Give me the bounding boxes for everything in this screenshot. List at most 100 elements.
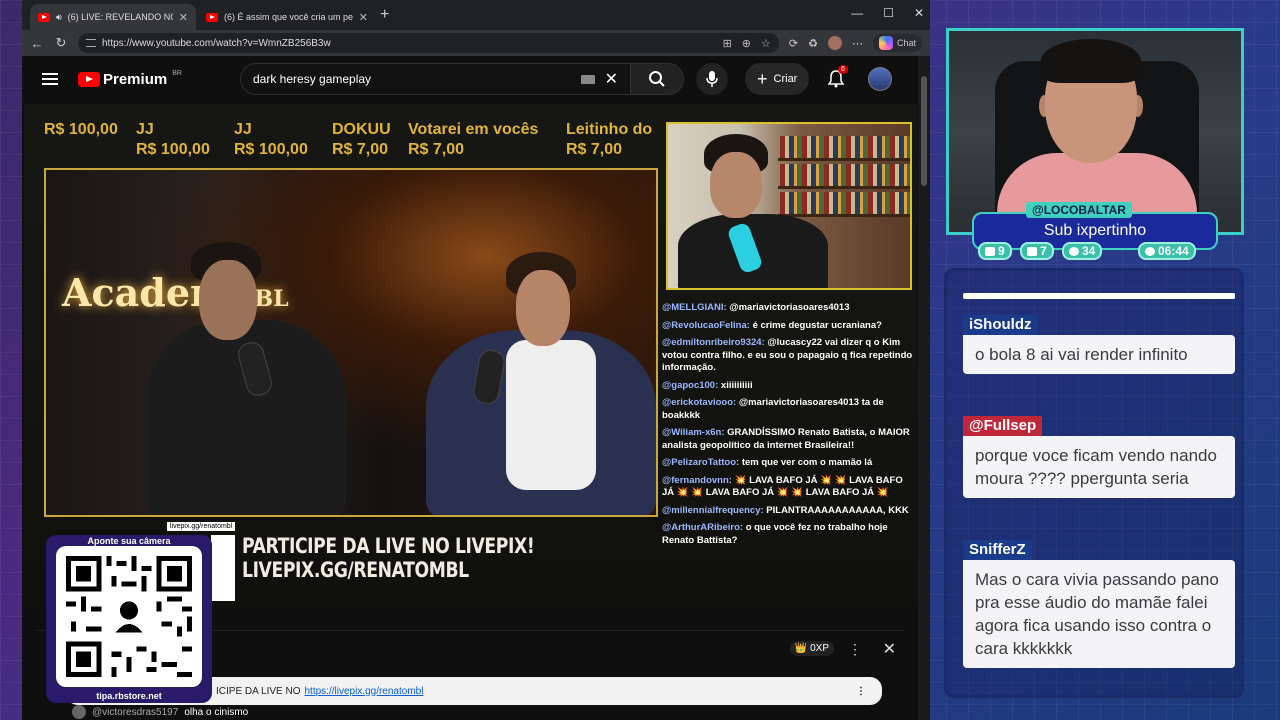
overlay-chat-message: @ArthurARibeiro: o que você fez no traba… bbox=[662, 522, 888, 546]
search-icon bbox=[649, 71, 665, 87]
qr-code-icon bbox=[56, 546, 202, 687]
apps-icon[interactable]: ⊞ bbox=[723, 37, 732, 50]
sub-alert-text: Sub ixpertinho bbox=[1043, 222, 1147, 239]
search-bar: dark heresy gameplay ✕ bbox=[240, 63, 728, 95]
stat-time: 06:44 bbox=[1138, 242, 1196, 260]
tab-live[interactable]: 🔊︎ (6) LIVE: REVELANDO NOVOS ✕ bbox=[30, 4, 196, 30]
overlay-chat-message: @fernandovnn: 💥 LAVA BAFO JÁ 💥 💥 LAVA BA… bbox=[662, 474, 903, 499]
clear-search-icon[interactable]: ✕ bbox=[605, 69, 618, 89]
overlay-chat-message: @Wiliam-x6n: GRANDÍSSIMO Renato Batista,… bbox=[662, 427, 910, 451]
streamer-handle: @LOCOBALTAR bbox=[1026, 202, 1132, 218]
search-value: dark heresy gameplay bbox=[253, 72, 372, 86]
account-avatar[interactable] bbox=[868, 67, 892, 91]
xp-badge[interactable]: 👑 0XP bbox=[789, 641, 834, 656]
small-qr-code bbox=[211, 535, 235, 601]
stream-chat-overlay: @MELLGIANI: @mariavictoriasoares4013 @Re… bbox=[662, 302, 917, 592]
close-tab-icon[interactable]: ✕ bbox=[179, 11, 188, 24]
back-icon[interactable]: ← bbox=[30, 36, 44, 51]
minimize-icon[interactable]: — bbox=[851, 6, 863, 20]
overlay-chat-message: @MELLGIANI: @mariavictoriasoares4013 bbox=[662, 302, 850, 313]
scrollbar-thumb[interactable] bbox=[921, 76, 927, 186]
tab-strip: 🔊︎ (6) LIVE: REVELANDO NOVOS ✕ (6) É ass… bbox=[22, 0, 930, 30]
favorite-icon[interactable]: ☆ bbox=[761, 37, 771, 50]
tab-title: (6) É assim que você cria um perfil bbox=[224, 12, 353, 22]
toolbar-right: ⟳ ♻ ⋯ Chat bbox=[789, 34, 922, 52]
pinned-more-icon[interactable]: ⋮ bbox=[856, 686, 866, 697]
pinned-link[interactable]: https://livepix.gg/renatombl bbox=[304, 686, 423, 697]
stat-viewers: 34 bbox=[1062, 242, 1103, 260]
url-field[interactable]: https://www.youtube.com/watch?v=WmnZB256… bbox=[78, 33, 779, 53]
stat-youtube: 7 bbox=[1020, 242, 1054, 260]
youtube-premium-logo[interactable]: Premium BR bbox=[78, 70, 182, 88]
youtube-favicon-icon bbox=[38, 12, 50, 22]
pinned-text: ICIPE DA LIVE NO bbox=[216, 685, 301, 697]
donation-item: JJ R$ 100,00 bbox=[136, 121, 210, 158]
new-tab-button[interactable]: + bbox=[380, 6, 389, 24]
livepix-banner: PARTICIPE DA LIVE NO LIVEPIX! LIVEPIX.GG… bbox=[242, 534, 598, 582]
chat-username: iShouldz bbox=[963, 315, 1038, 335]
tab-title: (6) LIVE: REVELANDO NOVOS bbox=[67, 12, 173, 22]
chat-panel-divider bbox=[963, 293, 1235, 299]
donation-item: JJ R$ 100,00 bbox=[234, 121, 308, 158]
chat-message: @victoresdras5197 olha o cinismo bbox=[72, 705, 248, 719]
microphone-icon bbox=[706, 71, 718, 87]
donation-item: Leitinho do R$ 7,00 bbox=[566, 121, 653, 158]
chat-text: olha o cinismo bbox=[184, 706, 249, 718]
overlay-chat-message: @RevolucaoFelina: é crime degustar ucran… bbox=[662, 319, 882, 331]
overlay-chat-message: @PelizaroTattoo: tem que ver com o mamão… bbox=[662, 457, 873, 468]
zoom-icon[interactable]: ⊕ bbox=[742, 37, 751, 50]
chat-message: SnifferZ Mas o cara vivia passando pano … bbox=[963, 540, 1235, 668]
main-camera-feed: AcademMBL bbox=[44, 168, 658, 517]
donation-item: DOKUU R$ 7,00 bbox=[332, 121, 391, 158]
overlay-chat-message: @erickotaviooo: @mariavictoriasoares4013… bbox=[662, 397, 884, 421]
host-right-shirt bbox=[506, 340, 596, 490]
more-options-icon[interactable]: ⋯ bbox=[852, 37, 863, 50]
chat-username: SnifferZ bbox=[963, 540, 1032, 560]
address-bar: ← ↻ https://www.youtube.com/watch?v=WmnZ… bbox=[22, 30, 930, 56]
banner-line-2: LIVEPIX.GG/RENATOMBL bbox=[242, 558, 469, 582]
hamburger-menu-icon[interactable] bbox=[42, 73, 58, 85]
copilot-icon bbox=[878, 36, 893, 50]
extensions-icon[interactable]: ⟳ bbox=[789, 37, 798, 50]
page-scrollbar[interactable] bbox=[918, 56, 930, 720]
keyboard-icon[interactable] bbox=[580, 74, 595, 84]
search-input[interactable]: dark heresy gameplay ✕ bbox=[240, 63, 630, 95]
search-button[interactable] bbox=[630, 63, 684, 95]
viewers-icon bbox=[1069, 246, 1079, 256]
guest-camera-feed bbox=[666, 122, 912, 290]
close-window-icon[interactable]: ✕ bbox=[914, 6, 924, 20]
speaker-icon[interactable]: 🔊︎ bbox=[56, 12, 62, 23]
notifications-button[interactable]: 6 bbox=[827, 65, 848, 93]
qr-code-card: Aponte sua câmera tipa.rbstore.net bbox=[46, 535, 212, 703]
voice-search-button[interactable] bbox=[696, 63, 728, 95]
reload-icon[interactable]: ↻ bbox=[54, 35, 68, 51]
overlay-chat-message: @millennialfrequency: PILANTRAAAAAAAAAAA… bbox=[662, 504, 909, 516]
stat-chat: 9 bbox=[978, 242, 1012, 260]
copilot-chat-button[interactable]: Chat bbox=[872, 34, 922, 52]
qr-title: Aponte sua câmera bbox=[87, 536, 171, 546]
youtube-header: Premium BR dark heresy gameplay ✕ + Cria… bbox=[22, 56, 918, 102]
profile-avatar[interactable] bbox=[827, 36, 842, 50]
chat-text: o bola 8 ai vai render infinito bbox=[963, 335, 1235, 374]
window-controls: — ☐ ✕ bbox=[851, 6, 924, 20]
site-info-icon[interactable] bbox=[86, 39, 96, 47]
maximize-icon[interactable]: ☐ bbox=[883, 6, 894, 20]
logo-text: Premium bbox=[103, 70, 168, 88]
chat-message: iShouldz o bola 8 ai vai render infinito bbox=[963, 315, 1235, 374]
livepix-url-tag: livepix.gg/renatombl bbox=[167, 522, 236, 531]
url-text: https://www.youtube.com/watch?v=WmnZB256… bbox=[102, 37, 331, 49]
overlay-chat-message: @gapoc100: xiiiiiiiiii bbox=[662, 379, 753, 391]
chat-label: Chat bbox=[896, 38, 916, 48]
tab-perfil[interactable]: (6) É assim que você cria um perfil ✕ bbox=[198, 4, 376, 30]
chat-text: Mas o cara vivia passando pano pra esse … bbox=[963, 560, 1235, 668]
youtube-icon bbox=[1027, 246, 1037, 256]
omnibox-actions: ⊞ ⊕ ☆ bbox=[723, 37, 771, 50]
close-tab-icon[interactable]: ✕ bbox=[359, 11, 368, 24]
video-player[interactable]: R$ 100,00 JJ R$ 100,00 JJ R$ 100,00 DOKUU R… bbox=[24, 104, 917, 607]
donation-item: R$ 100,00 bbox=[44, 121, 118, 138]
create-button[interactable]: + Criar bbox=[745, 63, 810, 95]
chat-more-icon[interactable]: ⋮ bbox=[848, 641, 862, 658]
overlay-chat-message: @edmiltonribeiro9324: @lucascy22 vai diz… bbox=[662, 337, 913, 373]
close-chat-icon[interactable]: ✕ bbox=[883, 639, 896, 659]
collections-icon[interactable]: ♻ bbox=[808, 37, 818, 50]
